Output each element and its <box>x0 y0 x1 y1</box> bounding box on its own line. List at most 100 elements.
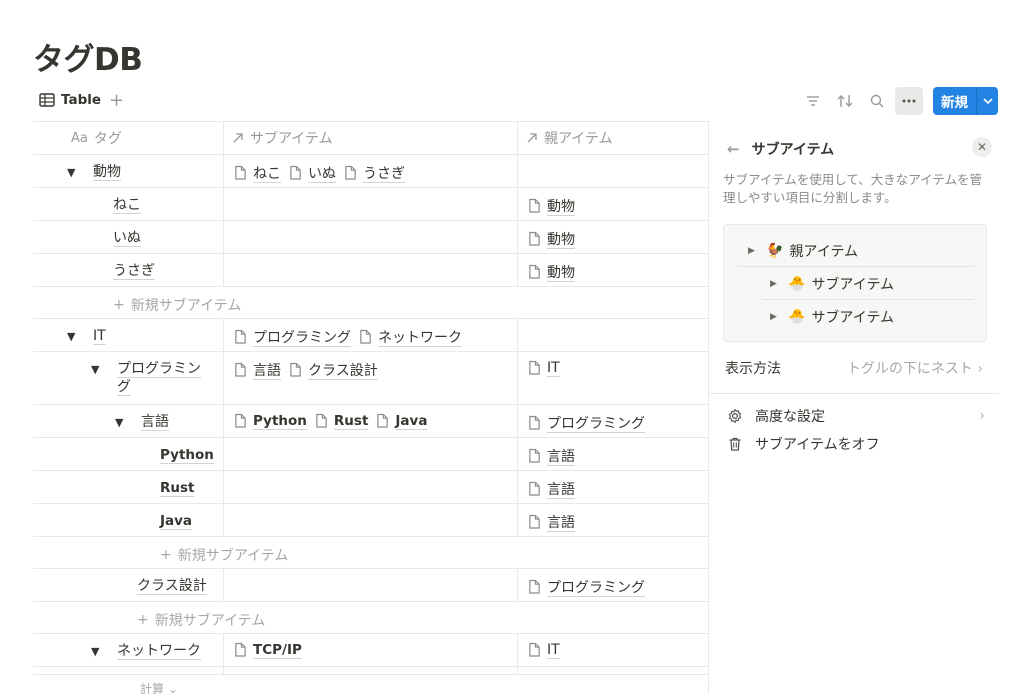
back-arrow-icon[interactable]: ← <box>727 140 740 158</box>
chevron-right-icon: › <box>979 408 985 424</box>
view-bar: Table + 新規 <box>33 86 998 118</box>
toggle-icon[interactable]: ▼ <box>67 166 81 179</box>
calculate-button[interactable]: 計算 ⌄ <box>140 680 178 694</box>
plus-icon: + <box>113 297 125 313</box>
relation-chip[interactable]: Python <box>234 413 307 429</box>
row-title[interactable]: ねこ <box>113 196 141 214</box>
row-title[interactable]: IT <box>93 327 106 345</box>
relation-chip[interactable]: 動物 <box>528 229 575 249</box>
page-title: タグDB <box>33 42 143 78</box>
table-row-partial <box>33 667 708 675</box>
table-row[interactable]: ▼ プログラミング 言語 クラス設計 IT <box>33 352 708 405</box>
filter-icon[interactable] <box>799 87 827 115</box>
page-icon <box>529 514 540 529</box>
add-subitem-row[interactable]: + 新規サブアイテム <box>33 602 708 634</box>
relation-chip[interactable]: クラス設計 <box>289 360 378 380</box>
chevron-down-icon[interactable] <box>976 87 998 115</box>
table-row[interactable]: ▼ ネットワーク TCP/IP IT <box>33 634 708 667</box>
close-icon[interactable]: ✕ <box>972 137 992 157</box>
new-button[interactable]: 新規 <box>933 87 998 115</box>
toggle-icon[interactable]: ▼ <box>91 363 105 376</box>
relation-chip[interactable]: 言語 <box>528 512 575 532</box>
page-icon <box>235 413 246 428</box>
page-icon <box>529 642 540 657</box>
advanced-settings-label: 高度な設定 <box>755 409 825 425</box>
toggle-icon[interactable]: ▼ <box>115 416 129 429</box>
relation-chip[interactable]: ネットワーク <box>359 327 462 347</box>
row-title[interactable]: Python <box>160 446 214 464</box>
relation-chip[interactable]: 言語 <box>528 446 575 466</box>
sort-icon[interactable] <box>831 87 859 115</box>
triangle-right-icon: ▶ <box>770 312 777 322</box>
row-title[interactable]: Rust <box>160 479 195 497</box>
turn-off-subitems-item[interactable]: サブアイテムをオフ <box>727 434 880 454</box>
table-row[interactable]: Java 言語 <box>33 504 708 537</box>
table-row[interactable]: ▼ IT プログラミング ネットワーク <box>33 319 708 352</box>
search-icon[interactable] <box>863 87 891 115</box>
relation-chip[interactable]: プログラミング <box>528 413 645 433</box>
row-title[interactable]: いぬ <box>113 229 141 247</box>
relation-chip[interactable]: いぬ <box>289 163 336 183</box>
display-mode-label: 表示方法 <box>725 361 781 377</box>
turn-off-label: サブアイテムをオフ <box>755 437 880 453</box>
display-mode-option[interactable]: 表示方法 トグルの下にネスト › <box>725 358 983 378</box>
relation-chip[interactable]: TCP/IP <box>234 642 302 658</box>
triangle-right-icon: ▶ <box>748 246 755 256</box>
relation-chip[interactable]: 動物 <box>528 196 575 216</box>
row-title[interactable]: クラス設計 <box>137 577 207 595</box>
table-header: Aa タグ サブアイテム 親アイテム <box>33 122 708 155</box>
add-subitem-row[interactable]: + 新規サブアイテム <box>33 287 708 319</box>
column-header-label: サブアイテム <box>250 131 333 147</box>
relation-chip[interactable]: プログラミング <box>528 577 645 597</box>
relation-chip[interactable]: Rust <box>315 413 368 429</box>
table-row[interactable]: ▼ 動物 ねこ いぬ うさぎ <box>33 155 708 188</box>
table-row[interactable]: ねこ 動物 <box>33 188 708 221</box>
add-view-button[interactable]: + <box>109 90 124 111</box>
table-row[interactable]: うさぎ 動物 <box>33 254 708 287</box>
table-row[interactable]: いぬ 動物 <box>33 221 708 254</box>
toggle-icon[interactable]: ▼ <box>67 330 81 343</box>
preview-child-label: サブアイテム <box>811 277 895 293</box>
subitems-preview: ▶ 🐓 親アイテム ▶ 🐣 サブアイテム ▶ 🐣 サブアイテム <box>723 224 987 342</box>
relation-chip[interactable]: 動物 <box>528 262 575 282</box>
page-icon <box>290 362 301 377</box>
toggle-icon[interactable]: ▼ <box>91 645 105 658</box>
row-title[interactable]: ネットワーク <box>117 642 201 660</box>
row-title[interactable]: うさぎ <box>113 262 155 280</box>
tab-table-view[interactable]: Table <box>39 92 101 108</box>
page-icon <box>235 362 246 377</box>
row-title[interactable]: 動物 <box>93 163 121 181</box>
table-row[interactable]: ▼ 言語 Python Rust Java プログラミング <box>33 405 708 438</box>
relation-chip[interactable]: プログラミング <box>234 327 351 347</box>
advanced-settings-item[interactable]: 高度な設定 › <box>727 406 985 426</box>
relation-chip[interactable]: 言語 <box>528 479 575 499</box>
relation-chip[interactable]: IT <box>528 642 560 658</box>
page-icon <box>529 264 540 279</box>
panel-title: サブアイテム <box>751 142 835 158</box>
table-icon <box>39 93 55 107</box>
relation-chip[interactable]: ねこ <box>234 163 281 183</box>
relation-chip[interactable]: IT <box>528 360 560 376</box>
add-subitem-row[interactable]: + 新規サブアイテム <box>33 537 708 569</box>
table-row[interactable]: Python 言語 <box>33 438 708 471</box>
relation-chip[interactable]: Java <box>376 413 427 429</box>
more-options-icon[interactable] <box>895 87 923 115</box>
table-row[interactable]: クラス設計 プログラミング <box>33 569 708 602</box>
page-icon <box>529 448 540 463</box>
column-header-parent[interactable]: 親アイテム <box>518 122 708 154</box>
preview-child-label: サブアイテム <box>811 310 895 326</box>
subitems-panel: ← サブアイテム ✕ サブアイテムを使用して、大きなアイテムを管理しやすい項目に… <box>708 121 1030 694</box>
relation-chip[interactable]: 言語 <box>234 360 281 380</box>
relation-chip[interactable]: うさぎ <box>344 163 405 183</box>
page-icon <box>529 579 540 594</box>
table-row[interactable]: Rust 言語 <box>33 471 708 504</box>
page-icon <box>529 231 540 246</box>
chick-icon: 🐣 <box>788 309 806 325</box>
row-title[interactable]: プログラミング <box>117 360 201 396</box>
row-title[interactable]: 言語 <box>141 413 169 431</box>
row-title[interactable]: Java <box>160 512 192 530</box>
chick-icon: 🐣 <box>788 276 806 292</box>
relation-arrow-icon <box>527 133 537 143</box>
column-header-subitems[interactable]: サブアイテム <box>224 122 518 154</box>
column-header-tag[interactable]: Aa タグ <box>33 122 224 154</box>
